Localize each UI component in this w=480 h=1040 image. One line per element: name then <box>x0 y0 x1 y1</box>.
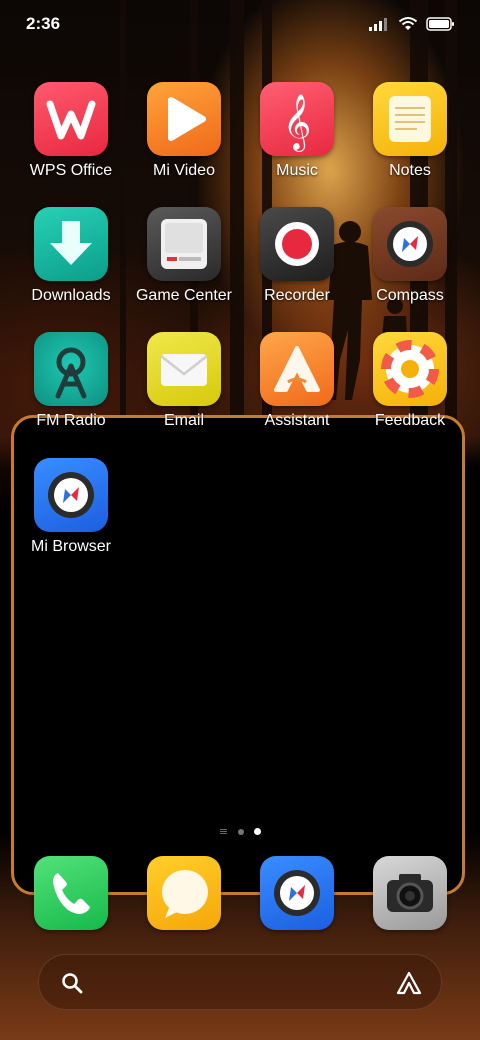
phone-icon <box>34 856 108 930</box>
signal-icon <box>369 18 387 31</box>
app-label: Music <box>276 162 318 179</box>
app-label: Notes <box>389 162 431 179</box>
messages-icon <box>147 856 221 930</box>
mi-browser-icon <box>34 458 108 532</box>
app-music[interactable]: 𝄞 Music <box>242 82 352 180</box>
wps-office-icon <box>34 82 108 156</box>
game-center-icon <box>147 207 221 281</box>
app-label: Recorder <box>264 287 330 304</box>
app-label: Compass <box>376 287 444 304</box>
search-bar[interactable] <box>38 954 442 1010</box>
downloads-icon <box>34 207 108 281</box>
assistant-icon[interactable] <box>395 969 423 997</box>
battery-icon <box>426 17 454 31</box>
app-wps-office[interactable]: WPS Office <box>16 82 126 180</box>
page-dot <box>238 828 245 835</box>
app-label: Downloads <box>31 287 111 304</box>
music-icon: 𝄞 <box>260 82 334 156</box>
app-mi-browser[interactable]: Mi Browser <box>16 458 126 556</box>
app-feedback[interactable]: Feedback <box>355 332 465 430</box>
dock-browser[interactable] <box>242 856 352 930</box>
app-label: Mi Video <box>153 162 215 179</box>
page-dot-active <box>254 828 262 835</box>
app-label: Feedback <box>374 412 446 429</box>
svg-text:𝄞: 𝄞 <box>283 94 311 152</box>
app-assistant[interactable]: Assistant <box>242 332 352 430</box>
status-time: 2:36 <box>26 14 61 33</box>
app-notes[interactable]: Notes <box>355 82 465 180</box>
mi-video-icon <box>147 82 221 156</box>
browser-icon <box>260 856 334 930</box>
app-mi-video[interactable]: Mi Video <box>129 82 239 180</box>
app-label: Game Center <box>135 287 233 304</box>
dock-camera[interactable] <box>355 856 465 930</box>
assistant-icon <box>260 332 334 406</box>
app-recorder[interactable]: Recorder <box>242 207 352 305</box>
notes-icon <box>373 82 447 156</box>
dock-messages[interactable] <box>129 856 239 930</box>
app-fm-radio[interactable]: FM Radio <box>16 332 126 430</box>
app-label: Assistant <box>264 412 330 429</box>
page-indicator[interactable]: ≡ <box>0 824 480 838</box>
fm-radio-icon <box>34 332 108 406</box>
list-page-icon: ≡ <box>218 824 229 838</box>
feedback-icon <box>373 332 447 406</box>
recorder-icon <box>260 207 334 281</box>
app-compass[interactable]: Compass <box>355 207 465 305</box>
email-icon <box>147 332 221 406</box>
app-email[interactable]: Email <box>129 332 239 430</box>
app-label: WPS Office <box>29 162 113 179</box>
app-game-center[interactable]: Game Center <box>129 207 239 305</box>
wifi-icon <box>398 17 418 30</box>
camera-icon <box>373 856 447 930</box>
app-downloads[interactable]: Downloads <box>16 207 126 305</box>
compass-icon <box>373 207 447 281</box>
app-label: FM Radio <box>36 412 106 429</box>
status-icons <box>368 16 456 32</box>
status-bar: 2:36 <box>26 12 456 38</box>
app-label: Email <box>163 412 204 429</box>
app-label: Mi Browser <box>30 538 111 555</box>
dock-phone[interactable] <box>16 856 126 930</box>
search-icon <box>62 973 83 994</box>
